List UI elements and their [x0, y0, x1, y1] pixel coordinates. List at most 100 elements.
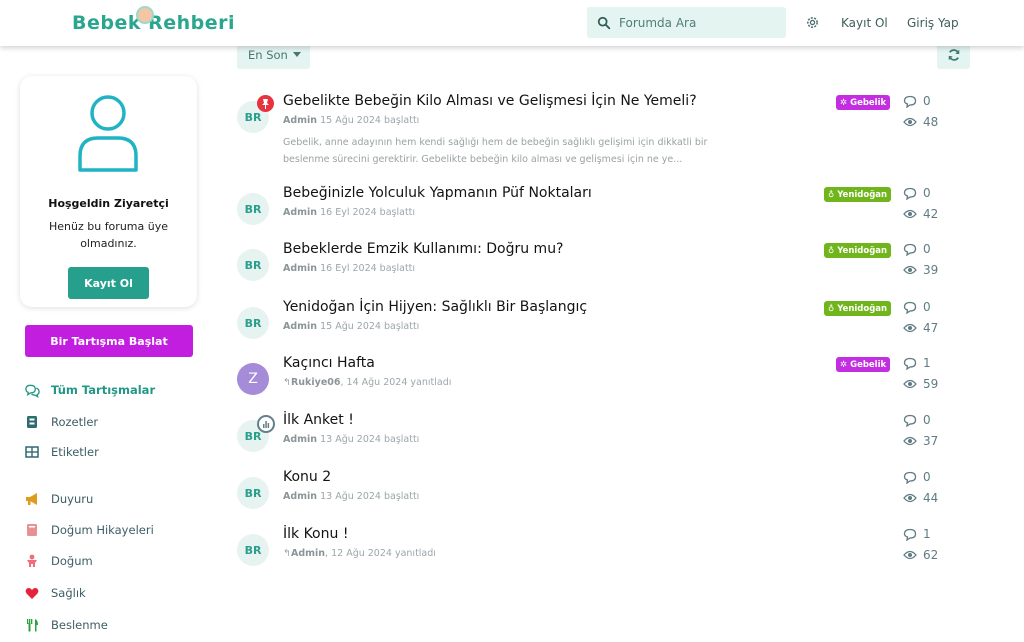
tag-badge[interactable]: ♁ Yenidoğan [824, 187, 892, 202]
reply-count: 0 [903, 300, 931, 314]
author-name[interactable]: Admin [283, 321, 317, 332]
search-icon [597, 16, 611, 29]
poll-icon [257, 415, 275, 433]
sidebar-item-birth-stories[interactable]: Doğum Hikayeleri [24, 520, 154, 540]
tags-grid-icon [24, 444, 40, 460]
site-logo[interactable]: Bebek Rehberi [72, 6, 235, 38]
reply-count: 1 [903, 356, 931, 370]
discussion-meta: ↰Rukiye06, 14 Ağu 2024 yanıtladı [283, 377, 451, 388]
start-discussion-button[interactable]: Bir Tartışma Başlat [25, 325, 193, 357]
reply-count: 0 [903, 186, 931, 200]
reply-arrow-icon: ↰ [283, 377, 291, 388]
sidebar-item-label: Duyuru [51, 492, 94, 506]
author-name[interactable]: Rukiye06 [291, 377, 341, 388]
megaphone-icon [24, 491, 40, 507]
discussion-title[interactable]: Konu 2 [283, 469, 331, 485]
author-name[interactable]: Admin [283, 115, 317, 126]
sidebar-item-announcements[interactable]: Duyuru [24, 489, 93, 509]
discussion-title[interactable]: İlk Konu ! [283, 526, 348, 542]
avatar[interactable]: BR [237, 249, 269, 281]
sidebar-item-label: Tüm Tartışmalar [51, 383, 156, 397]
bottle-icon: ♁ [828, 303, 838, 314]
discussion-meta: Admin 15 Ağu 2024 başlattı [283, 321, 419, 332]
discussion-meta: Admin 16 Eyl 2024 başlattı [283, 207, 415, 218]
author-name[interactable]: Admin [283, 207, 317, 218]
bottle-icon: ♁ [828, 189, 838, 200]
tag-label: Gebelik [850, 97, 887, 108]
register-button[interactable]: Kayıt Ol [68, 267, 149, 299]
comment-icon [903, 243, 917, 256]
sidebar-item-label: Beslenme [51, 618, 108, 632]
sidebar-item-label: Doğum Hikayeleri [51, 523, 154, 537]
spinner-icon: ✲ [840, 359, 851, 370]
sidebar-item-badges[interactable]: Rozetler [24, 412, 98, 432]
book-icon [24, 522, 40, 538]
sidebar-item-birth[interactable]: Doğum [24, 551, 93, 571]
author-name[interactable]: Admin [283, 263, 317, 274]
eye-icon [903, 265, 917, 275]
sidebar-item-nutrition[interactable]: Beslenme [24, 615, 108, 635]
welcome-title: Hoşgeldin Ziyaretçi [48, 197, 169, 210]
discussion-title[interactable]: Bebeklerde Emzik Kullanımı: Doğru mu? [283, 241, 564, 257]
view-count-value: 48 [923, 115, 939, 129]
discussion-date: 16 Eyl 2024 başlattı [317, 207, 416, 218]
baby-icon [24, 553, 40, 569]
tag-badge[interactable]: ♁ Yenidoğan [824, 243, 892, 258]
avatar[interactable]: BR [237, 477, 269, 509]
sidebar-item-label: Doğum [51, 554, 93, 568]
reply-count-value: 0 [923, 300, 931, 314]
comment-icon [903, 95, 917, 108]
refresh-icon [948, 48, 959, 61]
avatar[interactable]: BR [237, 534, 269, 566]
comments-icon [24, 382, 40, 398]
tag-badge[interactable]: ✲ Gebelik [836, 357, 891, 372]
discussion-title[interactable]: Kaçıncı Hafta [283, 355, 375, 371]
sidebar-item-all-discussions[interactable]: Tüm Tartışmalar [24, 380, 155, 400]
comment-icon [903, 357, 917, 370]
eye-icon [903, 209, 917, 219]
comment-icon [903, 187, 917, 200]
search-input[interactable] [619, 15, 769, 30]
author-name[interactable]: Admin [291, 548, 325, 559]
welcome-card: Hoşgeldin Ziyaretçi Henüz bu foruma üye … [20, 76, 197, 307]
sidebar-item-health[interactable]: Sağlık [24, 583, 86, 603]
view-count-value: 62 [923, 548, 939, 562]
top-header: Bebek Rehberi Kayıt Ol Giriş Yap [0, 0, 1024, 46]
view-count-value: 59 [923, 377, 939, 391]
discussion-title[interactable]: Gebelikte Bebeğin Kilo Alması ve Gelişme… [283, 93, 697, 109]
reply-arrow-icon: ↰ [283, 548, 291, 559]
sidebar-item-label: Rozetler [51, 415, 99, 429]
avatar[interactable]: BR [237, 193, 269, 225]
reply-count-value: 0 [923, 186, 931, 200]
chevron-down-icon [292, 52, 301, 57]
author-name[interactable]: Admin [283, 491, 317, 502]
reply-count-value: 1 [923, 527, 931, 541]
reply-count: 0 [903, 470, 931, 484]
discussion-title[interactable]: Bebeğinizle Yolculuk Yapmanın Püf Noktal… [283, 185, 592, 201]
eye-icon [903, 493, 917, 503]
register-link[interactable]: Kayıt Ol [841, 16, 888, 30]
view-count: 47 [903, 321, 938, 335]
reply-count-value: 0 [923, 94, 931, 108]
reply-count: 0 [903, 413, 931, 427]
discussion-title[interactable]: Yenidoğan İçin Hijyen: Sağlıklı Bir Başl… [283, 299, 587, 315]
discussion-date: 13 Ağu 2024 başlattı [317, 434, 420, 445]
avatar[interactable]: Z [237, 363, 269, 395]
comment-icon [903, 414, 917, 427]
reply-count: 0 [903, 94, 931, 108]
gear-icon[interactable] [805, 15, 820, 30]
reply-count-value: 0 [923, 470, 931, 484]
search-box[interactable] [587, 7, 786, 38]
tag-badge[interactable]: ✲ Gebelik [836, 95, 891, 110]
reply-count: 0 [903, 242, 931, 256]
sidebar-item-tags[interactable]: Etiketler [24, 442, 99, 462]
tag-badge[interactable]: ♁ Yenidoğan [824, 301, 892, 316]
discussion-title[interactable]: İlk Anket ! [283, 412, 354, 428]
author-name[interactable]: Admin [283, 434, 317, 445]
view-count: 42 [903, 207, 938, 221]
login-link[interactable]: Giriş Yap [907, 16, 959, 30]
avatar[interactable]: BR [237, 307, 269, 339]
welcome-text: Henüz bu foruma üye olmadınız. [48, 220, 168, 250]
view-count-value: 42 [923, 207, 939, 221]
view-count-value: 47 [923, 321, 939, 335]
